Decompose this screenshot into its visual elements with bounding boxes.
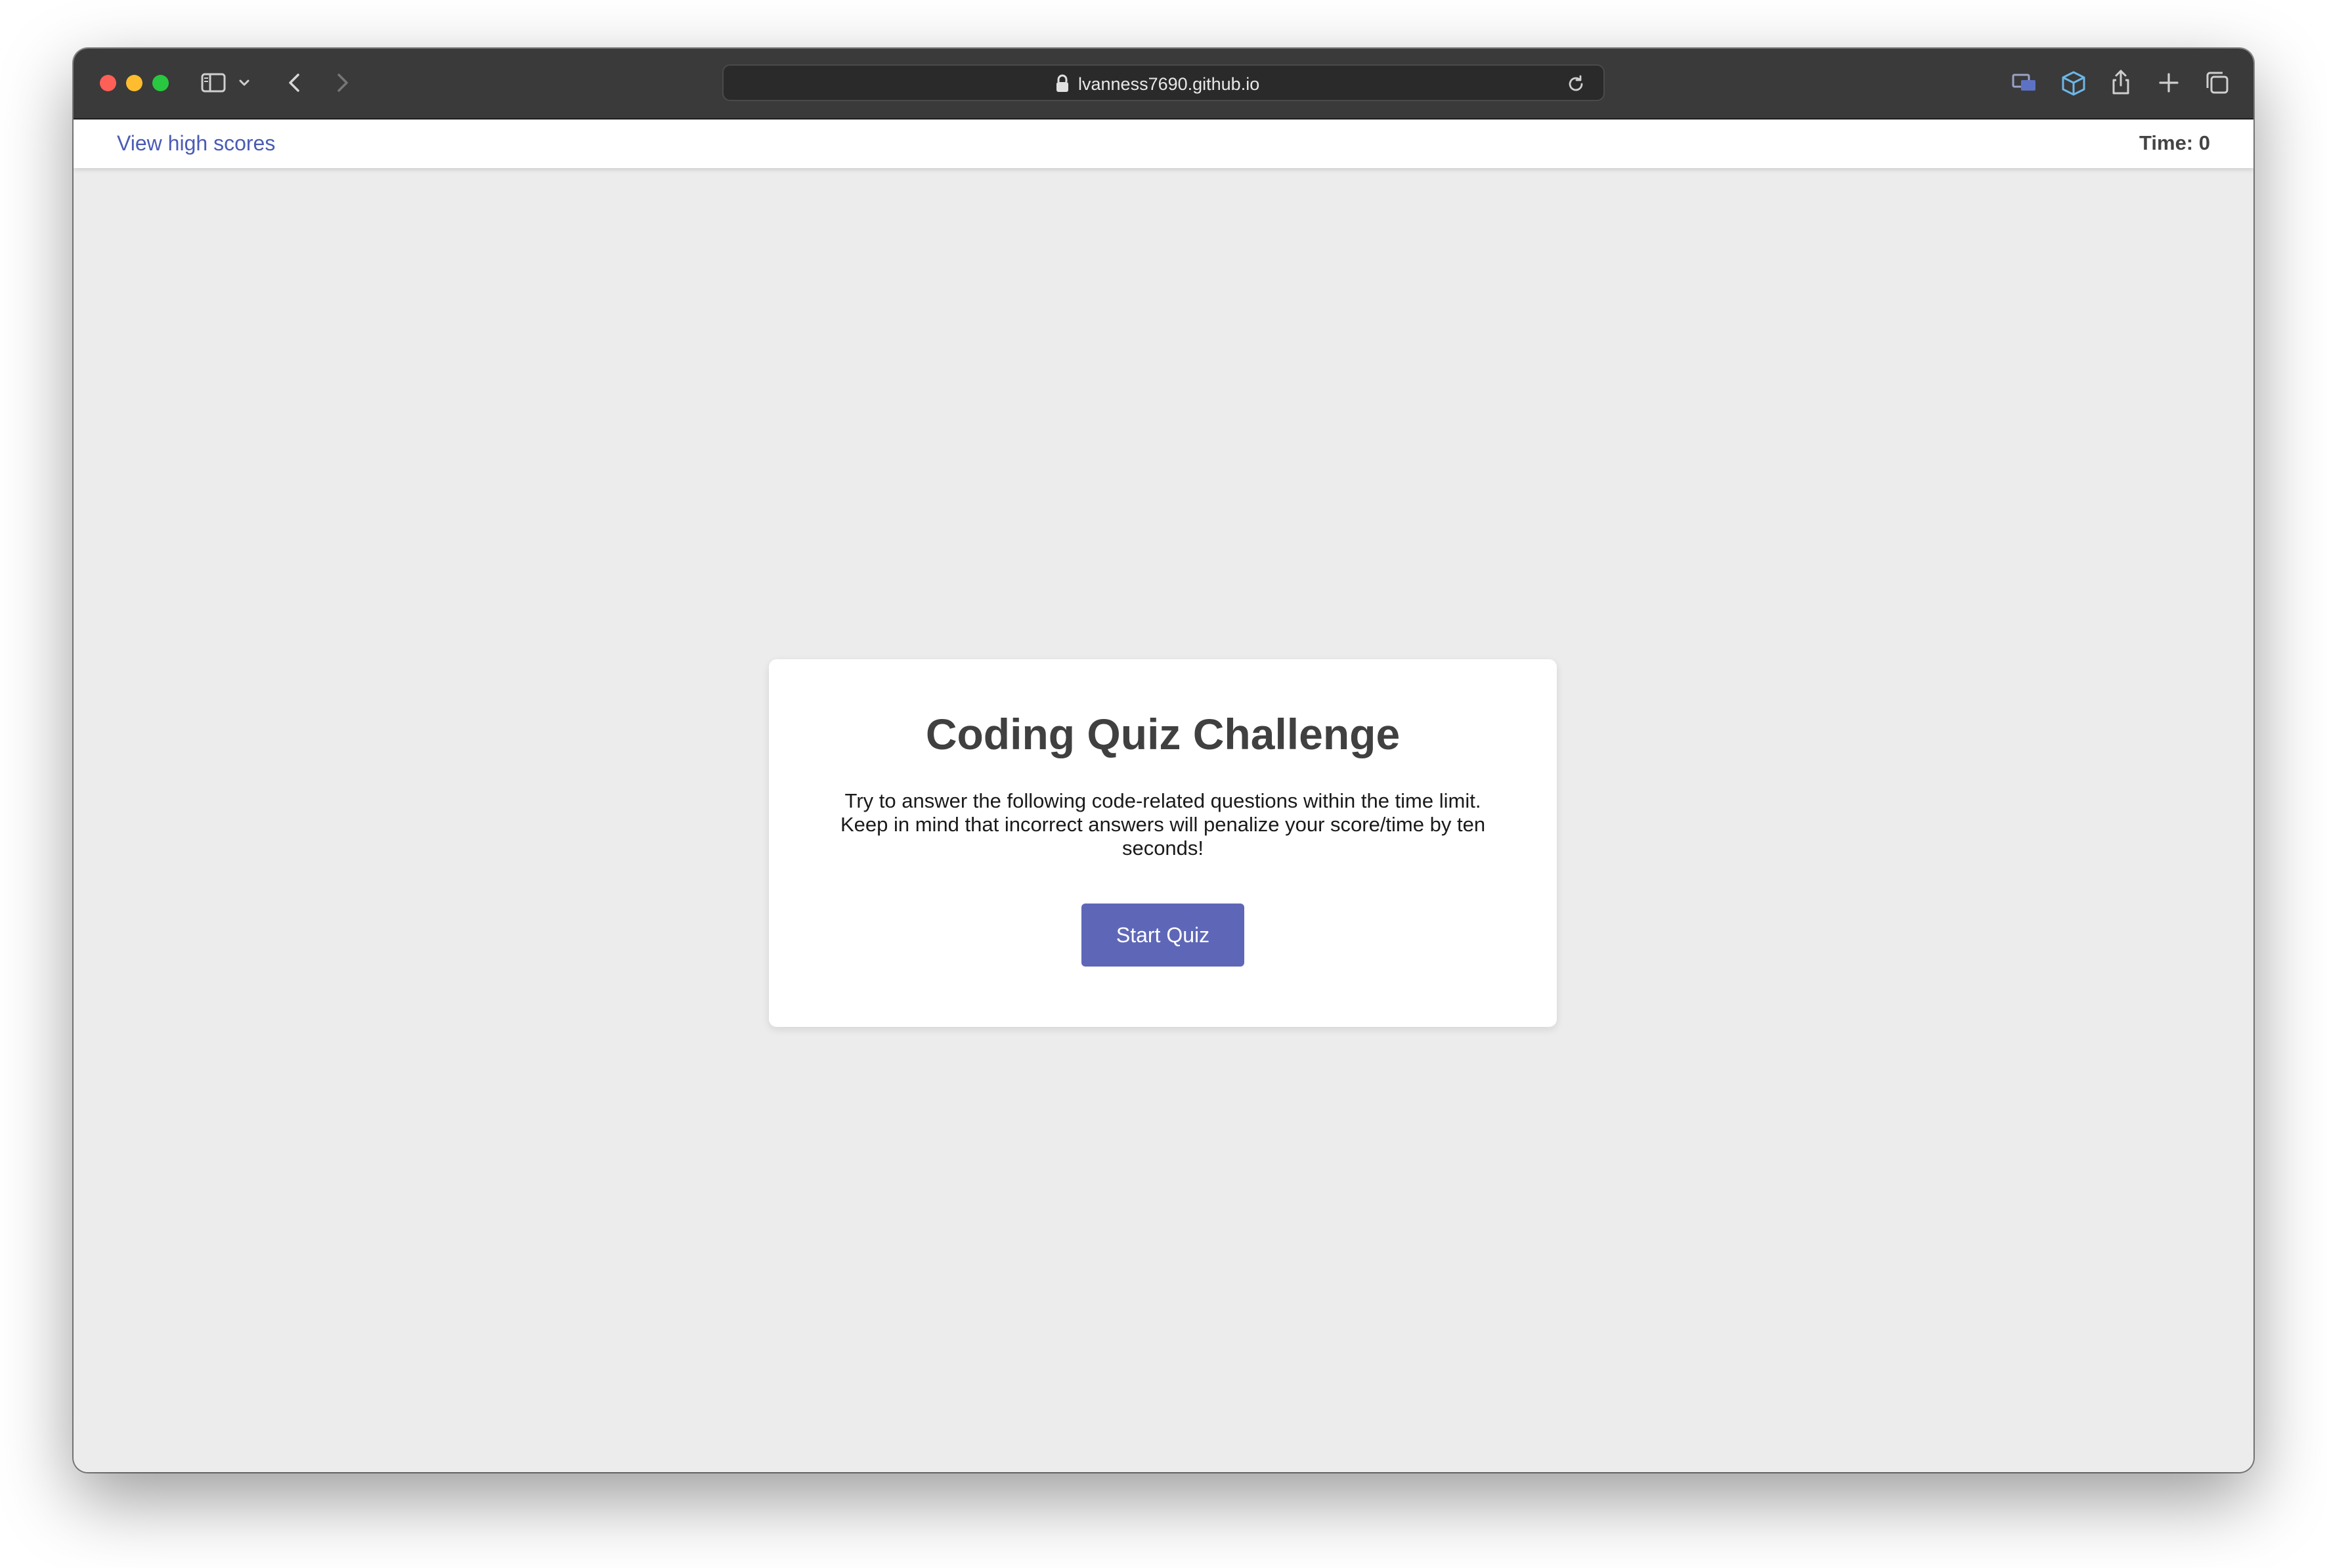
- timer-display: Time: 0: [2139, 131, 2210, 154]
- lock-icon: [1056, 74, 1068, 92]
- quiz-header: View high scores Time: 0: [74, 120, 2253, 168]
- chevron-down-icon[interactable]: [234, 64, 255, 101]
- view-high-scores-link[interactable]: View high scores: [117, 130, 275, 156]
- quiz-instructions: Try to answer the following code-related…: [840, 789, 1486, 860]
- browser-window: lvanness7690.github.io View high scores …: [74, 49, 2253, 1472]
- back-arrow-icon[interactable]: [277, 64, 314, 101]
- quiz-start-card: Coding Quiz Challenge Try to answer the …: [769, 659, 1557, 1027]
- box-extension-icon[interactable]: [2055, 64, 2092, 101]
- screen-share-icon[interactable]: [2005, 64, 2042, 101]
- browser-toolbar: lvanness7690.github.io: [74, 49, 2253, 120]
- quiz-title: Coding Quiz Challenge: [925, 710, 1401, 758]
- close-window-button[interactable]: [100, 75, 116, 91]
- address-bar[interactable]: lvanness7690.github.io: [722, 64, 1605, 101]
- forward-arrow-icon[interactable]: [323, 64, 360, 101]
- tab-overview-icon[interactable]: [2199, 64, 2236, 101]
- zoom-window-button[interactable]: [152, 75, 169, 91]
- address-url: lvanness7690.github.io: [1078, 74, 1260, 94]
- reload-icon[interactable]: [1564, 72, 1588, 96]
- share-icon[interactable]: [2102, 64, 2139, 101]
- new-tab-plus-icon[interactable]: [2150, 64, 2187, 101]
- minimize-window-button[interactable]: [126, 75, 142, 91]
- page-viewport: View high scores Time: 0 Coding Quiz Cha…: [74, 120, 2253, 1472]
- sidebar-toggle-icon[interactable]: [194, 64, 231, 101]
- start-quiz-button[interactable]: Start Quiz: [1081, 904, 1244, 967]
